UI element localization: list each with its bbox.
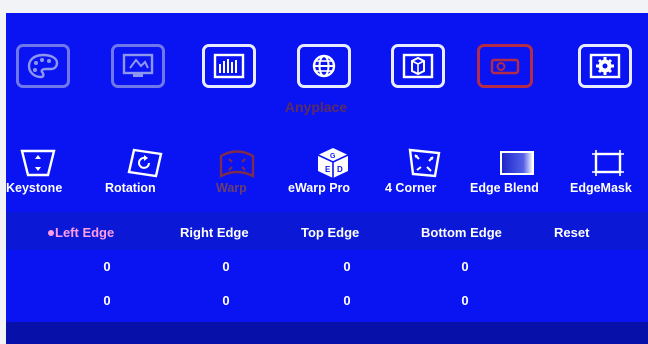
warp-icon [219, 150, 255, 178]
right-edge-value-1[interactable]: 0 [211, 259, 241, 274]
projector-icon [490, 58, 520, 75]
display-settings-icon-button[interactable] [111, 44, 165, 88]
svg-text:D: D [337, 165, 343, 174]
bottom-edge-value-2[interactable]: 0 [450, 293, 480, 308]
globe-icon [312, 54, 336, 78]
keystone-label: Keystone [6, 181, 63, 195]
four-corner-icon [408, 148, 441, 178]
projector-icon-button[interactable] [477, 44, 533, 88]
gear-icon [589, 53, 621, 79]
rotation-icon [127, 148, 163, 178]
svg-text:E: E [325, 165, 331, 174]
ewarp-pro-button[interactable]: E D G [301, 143, 365, 183]
rotation-label: Rotation [105, 181, 156, 195]
bottom-strip [6, 322, 648, 344]
edge-blend-button[interactable] [485, 143, 549, 183]
3d-icon-button[interactable] [391, 44, 445, 88]
four-corner-label: 4 Corner [385, 181, 437, 195]
edge-blend-icon [500, 151, 534, 175]
keystone-button[interactable] [6, 143, 70, 183]
warp-label: Warp [216, 181, 247, 195]
edge-blend-label: Edge Blend [470, 181, 539, 195]
top-edge-value-1[interactable]: 0 [332, 259, 362, 274]
palette-icon [27, 53, 59, 79]
edge-mask-button[interactable] [576, 143, 640, 183]
svg-text:G: G [330, 153, 336, 160]
equalizer-icon [213, 53, 245, 79]
top-edge-header[interactable]: Top Edge [301, 225, 359, 240]
ewarp-pro-label: eWarp Pro [288, 181, 351, 195]
equalizer-icon-button[interactable] [202, 44, 256, 88]
3d-icon [402, 53, 434, 79]
reset-button[interactable]: Reset [554, 225, 589, 240]
osd-screen: Anyplace E D G Keystone Rotation Warp eW… [6, 13, 648, 344]
warp-button[interactable] [205, 143, 269, 183]
keystone-icon [20, 149, 56, 177]
right-edge-header[interactable]: Right Edge [180, 225, 249, 240]
mode-title: Anyplace [284, 99, 348, 115]
gear-icon-button[interactable] [578, 44, 632, 88]
left-edge-value-2[interactable]: 0 [92, 293, 122, 308]
palette-icon-button[interactable] [16, 44, 70, 88]
left-edge-header[interactable]: Left Edge [48, 225, 114, 240]
edge-mask-label: EdgeMask [570, 181, 632, 195]
four-corner-button[interactable] [392, 143, 456, 183]
display-settings-icon [122, 53, 154, 77]
globe-icon-button[interactable] [297, 44, 351, 88]
top-edge-value-2[interactable]: 0 [332, 293, 362, 308]
rotation-button[interactable] [113, 143, 177, 183]
bottom-edge-header[interactable]: Bottom Edge [421, 225, 502, 240]
left-edge-value-1[interactable]: 0 [92, 259, 122, 274]
edge-mask-icon [592, 150, 624, 176]
right-edge-value-2[interactable]: 0 [211, 293, 241, 308]
bottom-edge-value-1[interactable]: 0 [450, 259, 480, 274]
ewarp-pro-icon: E D G [317, 148, 349, 178]
